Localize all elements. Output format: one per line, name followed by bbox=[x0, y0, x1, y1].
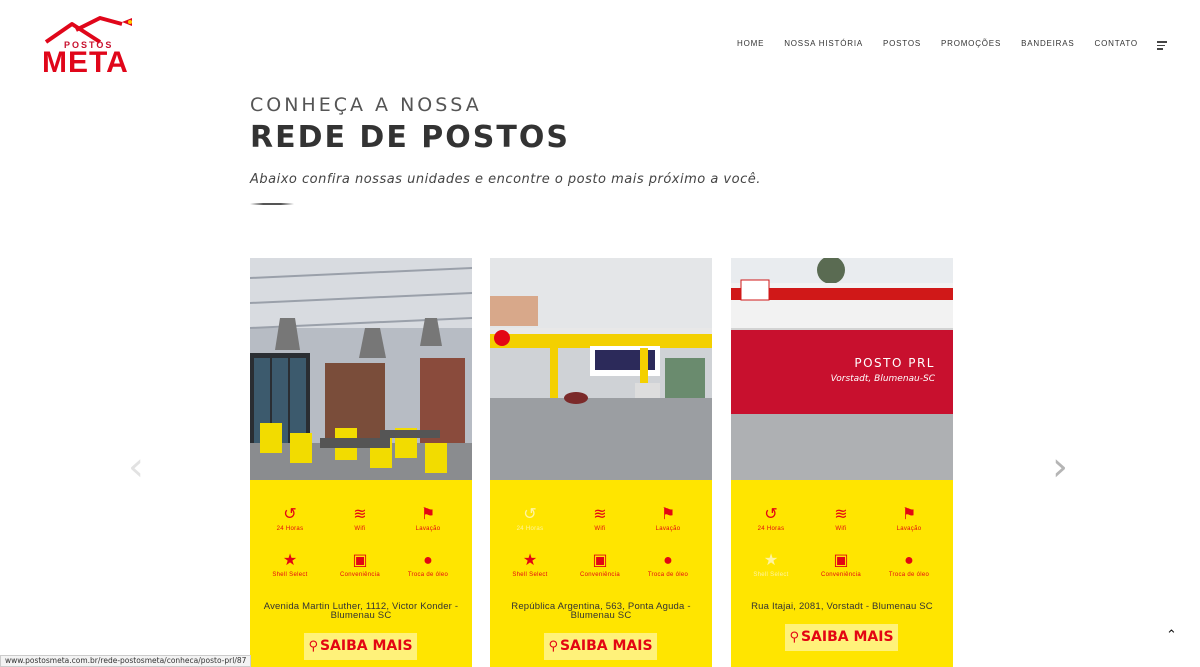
drop-icon: ● bbox=[904, 552, 914, 569]
station-card[interactable]: POSTO PRL Vorstadt, Blumenau-SC ↺ 24 Hora… bbox=[731, 258, 953, 667]
station-overlay: POSTO PRL Vorstadt, Blumenau-SC bbox=[731, 330, 953, 414]
logo-meta-text: META bbox=[42, 46, 129, 79]
feature-24-horas: ↺ 24 Horas bbox=[500, 506, 560, 532]
station-photo-shell-forecourt bbox=[490, 258, 712, 480]
feature-wifi: ≋ Wifi bbox=[330, 506, 390, 532]
station-card[interactable]: ↺ 24 Horas ≋ Wifi ⚑ Lavação ★ Shell Select ▣… bbox=[250, 258, 472, 667]
station-info-panel: ↺ 24 Horas ≋ Wifi ⚑ Lavação ★ Shell Select ▣… bbox=[731, 480, 953, 667]
star-icon: ★ bbox=[763, 552, 779, 569]
wash-icon: ⚑ bbox=[660, 506, 676, 523]
store-icon: ▣ bbox=[352, 552, 368, 569]
browser-status-bar: www.postosmeta.com.br/rede-postosmeta/co… bbox=[0, 655, 252, 667]
feature-lavacao: ⚑ Lavação bbox=[398, 506, 458, 532]
wash-icon: ⚑ bbox=[901, 506, 917, 523]
saiba-mais-button[interactable]: ⚲ SAIBA MAIS bbox=[304, 633, 417, 660]
page-title: REDE DE POSTOS bbox=[250, 120, 570, 155]
drop-icon: ● bbox=[423, 552, 433, 569]
feature-conveniencia: ▣ Conveniência bbox=[570, 552, 630, 578]
station-info-panel: ↺ 24 Horas ≋ Wifi ⚑ Lavação ★ Shell Select ▣… bbox=[490, 480, 712, 667]
menu-icon[interactable] bbox=[1157, 41, 1167, 52]
wifi-icon: ≋ bbox=[834, 506, 848, 523]
history-icon: ↺ bbox=[283, 506, 297, 523]
wifi-icon: ≋ bbox=[353, 506, 367, 523]
saiba-mais-button[interactable]: ⚲ SAIBA MAIS bbox=[544, 633, 657, 660]
carousel-next-chevron-right-icon[interactable]: › bbox=[1052, 447, 1068, 487]
feature-conveniencia: ▣ Conveniência bbox=[811, 552, 871, 578]
carousel-prev-chevron-left-icon[interactable]: ‹ bbox=[128, 447, 144, 487]
station-photo-posto-prl: POSTO PRL Vorstadt, Blumenau-SC bbox=[731, 258, 953, 480]
star-icon: ★ bbox=[522, 552, 538, 569]
feature-lavacao: ⚑ Lavação bbox=[879, 506, 939, 532]
feature-wifi: ≋ Wifi bbox=[570, 506, 630, 532]
star-icon: ★ bbox=[282, 552, 298, 569]
feature-troca-de-oleo: ● Troca de óleo bbox=[398, 552, 458, 578]
drop-icon: ● bbox=[663, 552, 673, 569]
history-icon: ↺ bbox=[764, 506, 778, 523]
nav-promocoes[interactable]: PROMOÇÕES bbox=[941, 39, 1001, 48]
feature-24-horas: ↺ 24 Horas bbox=[260, 506, 320, 532]
nav-bandeiras[interactable]: BANDEIRAS bbox=[1021, 39, 1074, 48]
map-pin-icon: ⚲ bbox=[789, 630, 799, 645]
history-icon: ↺ bbox=[523, 506, 537, 523]
feature-troca-de-oleo: ● Troca de óleo bbox=[638, 552, 698, 578]
station-name: POSTO PRL bbox=[854, 356, 935, 370]
title-divider bbox=[250, 203, 294, 205]
saiba-mais-button[interactable]: ⚲ SAIBA MAIS bbox=[785, 624, 898, 651]
nav-postos[interactable]: POSTOS bbox=[883, 39, 921, 48]
page-subtitle: Abaixo confira nossas unidades e encontr… bbox=[250, 172, 761, 187]
station-info-panel: ↺ 24 Horas ≋ Wifi ⚑ Lavação ★ Shell Select ▣… bbox=[250, 480, 472, 667]
station-city: Vorstadt, Blumenau-SC bbox=[830, 374, 935, 384]
postos-meta-logo[interactable]: POSTOS META bbox=[40, 12, 134, 79]
scroll-to-top-chevron-up-icon[interactable]: ⌃ bbox=[1166, 628, 1177, 643]
feature-wifi: ≋ Wifi bbox=[811, 506, 871, 532]
section-kicker: CONHEÇA A NOSSA bbox=[250, 94, 482, 116]
nav-home[interactable]: HOME bbox=[737, 39, 764, 48]
store-icon: ▣ bbox=[592, 552, 608, 569]
map-pin-icon: ⚲ bbox=[308, 639, 318, 654]
station-card[interactable]: ↺ 24 Horas ≋ Wifi ⚑ Lavação ★ Shell Select ▣… bbox=[490, 258, 712, 667]
feature-troca-de-oleo: ● Troca de óleo bbox=[879, 552, 939, 578]
feature-lavacao: ⚑ Lavação bbox=[638, 506, 698, 532]
feature-conveniencia: ▣ Conveniência bbox=[330, 552, 390, 578]
station-address: Rua Itajai, 2081, Vorstadt - Blumenau SC bbox=[751, 601, 933, 612]
station-address: República Argentina, 563, Ponta Aguda - … bbox=[511, 601, 691, 621]
station-photo-convenience-store bbox=[250, 258, 472, 480]
feature-shell-select: ★ Shell Select bbox=[260, 552, 320, 578]
wash-icon: ⚑ bbox=[420, 506, 436, 523]
store-icon: ▣ bbox=[833, 552, 849, 569]
nav-nossa-historia[interactable]: NOSSA HISTÓRIA bbox=[784, 39, 863, 48]
station-address: Avenida Martin Luther, 1112, Victor Kond… bbox=[263, 601, 459, 621]
map-pin-icon: ⚲ bbox=[548, 639, 558, 654]
main-nav: HOME NOSSA HISTÓRIA POSTOS PROMOÇÕES BAN… bbox=[737, 39, 1158, 48]
wifi-icon: ≋ bbox=[593, 506, 607, 523]
feature-24-horas: ↺ 24 Horas bbox=[741, 506, 801, 532]
feature-shell-select: ★ Shell Select bbox=[741, 552, 801, 578]
nav-contato[interactable]: CONTATO bbox=[1095, 39, 1138, 48]
feature-shell-select: ★ Shell Select bbox=[500, 552, 560, 578]
